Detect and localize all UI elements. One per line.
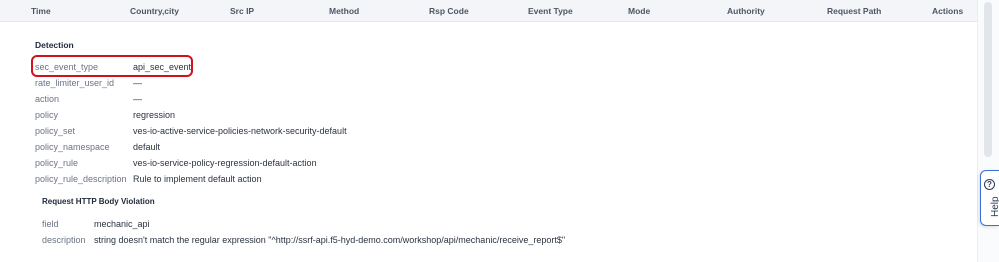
column-header-time[interactable]: Time xyxy=(31,6,51,16)
detail-key: field xyxy=(42,219,59,229)
detail-key: policy xyxy=(35,110,59,120)
detail-value: api_sec_event xyxy=(133,62,192,72)
detail-key: description xyxy=(42,235,86,245)
detail-value: string doesn't match the regular express… xyxy=(94,235,566,245)
detection-section-title: Detection xyxy=(35,40,74,50)
detail-value: mechanic_api xyxy=(94,219,150,229)
detail-value: — xyxy=(133,78,142,88)
detail-value: default xyxy=(133,142,161,152)
help-button[interactable]: ? Help xyxy=(980,170,999,226)
detail-value: ves-io-service-policy-regression-default… xyxy=(133,158,317,168)
detail-key: policy_namespace xyxy=(35,142,110,152)
detail-key: policy_rule_description xyxy=(35,174,127,184)
question-icon: ? xyxy=(984,179,995,190)
detail-key: sec_event_type xyxy=(35,62,99,72)
table-header: Time Country,city Src IP Method Rsp Code… xyxy=(0,0,977,22)
detail-key: policy_rule xyxy=(35,158,79,168)
column-header-src-ip[interactable]: Src IP xyxy=(230,6,254,16)
scrollbar-thumb[interactable] xyxy=(984,2,992,157)
column-header-authority[interactable]: Authority xyxy=(727,6,765,16)
violation-section-title: Request HTTP Body Violation xyxy=(42,197,155,206)
detail-value: ves-io-active-service-policies-network-s… xyxy=(133,126,347,136)
detail-key: action xyxy=(35,94,60,104)
detail-key: policy_set xyxy=(35,126,76,136)
column-header-request-path[interactable]: Request Path xyxy=(827,6,881,16)
column-header-rsp-code[interactable]: Rsp Code xyxy=(429,6,469,16)
help-label: Help xyxy=(990,196,999,217)
column-header-event-type[interactable]: Event Type xyxy=(528,6,573,16)
column-header-actions: Actions xyxy=(932,6,964,16)
detail-key: rate_limiter_user_id xyxy=(35,78,115,88)
column-header-method[interactable]: Method xyxy=(329,6,359,16)
detail-value: — xyxy=(133,94,142,104)
column-header-country-city[interactable]: Country,city xyxy=(130,6,179,16)
column-header-mode[interactable]: Mode xyxy=(628,6,650,16)
detail-value: regression xyxy=(133,110,176,120)
detail-value: Rule to implement default action xyxy=(133,174,262,184)
